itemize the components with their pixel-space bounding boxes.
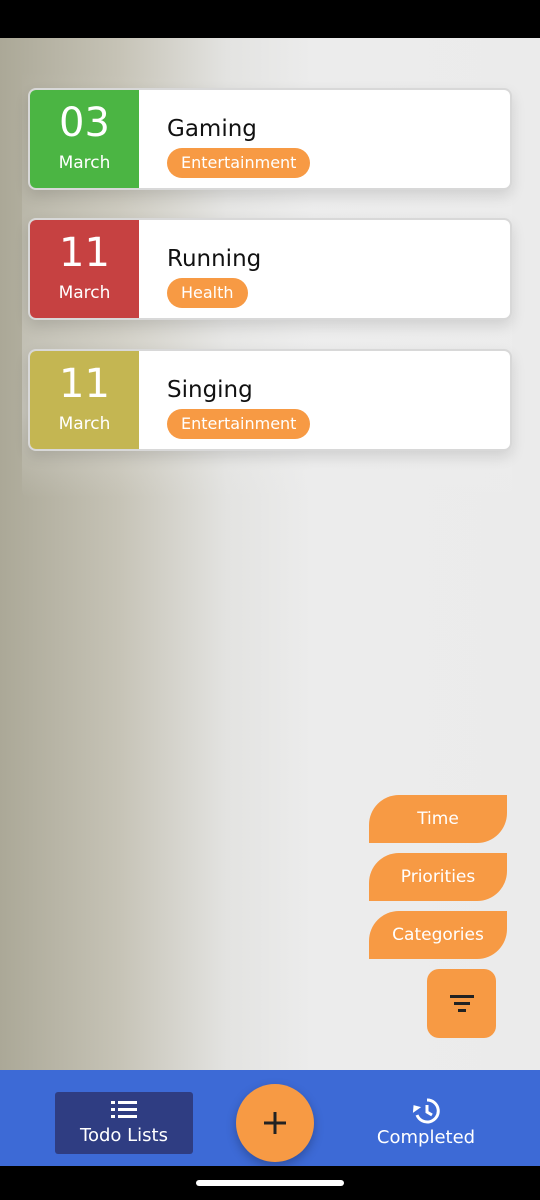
todo-title: Gaming <box>167 116 257 142</box>
todo-day: 03 <box>59 100 110 146</box>
todo-title: Running <box>167 246 262 272</box>
category-tag: Entertainment <box>167 148 311 178</box>
nav-todo-lists[interactable]: Todo Lists <box>55 1092 193 1154</box>
todo-month: March <box>58 153 111 173</box>
nav-todo-label: Todo Lists <box>80 1125 168 1146</box>
add-todo-button[interactable] <box>236 1084 314 1162</box>
gesture-bar <box>0 1166 540 1200</box>
todo-card[interactable]: 03 March Gaming Entertainment <box>28 88 512 190</box>
home-indicator <box>196 1180 344 1186</box>
category-tag: Entertainment <box>167 409 311 439</box>
category-tag: Health <box>167 278 248 308</box>
sort-categories-button[interactable]: Categories <box>369 911 507 959</box>
sort-time-button[interactable]: Time <box>369 795 507 843</box>
todo-day: 11 <box>59 230 110 276</box>
todo-month: March <box>58 283 111 303</box>
nav-completed-label: Completed <box>376 1127 476 1148</box>
nav-completed[interactable]: Completed <box>356 1092 496 1154</box>
filter-icon <box>450 995 474 1012</box>
status-bar <box>0 0 540 38</box>
todo-card[interactable]: 11 March Running Health <box>28 218 512 320</box>
todo-month: March <box>58 414 111 434</box>
date-block: 11 March <box>30 351 139 449</box>
filter-button[interactable] <box>427 969 496 1038</box>
todo-title: Singing <box>167 377 253 403</box>
sort-priorities-button[interactable]: Priorities <box>369 853 507 901</box>
date-block: 11 March <box>30 220 139 318</box>
date-block: 03 March <box>30 90 139 188</box>
history-icon <box>412 1098 440 1124</box>
plus-icon <box>264 1112 286 1134</box>
todo-card[interactable]: 11 March Singing Entertainment <box>28 349 512 451</box>
todo-day: 11 <box>59 361 110 407</box>
list-icon <box>111 1101 137 1118</box>
